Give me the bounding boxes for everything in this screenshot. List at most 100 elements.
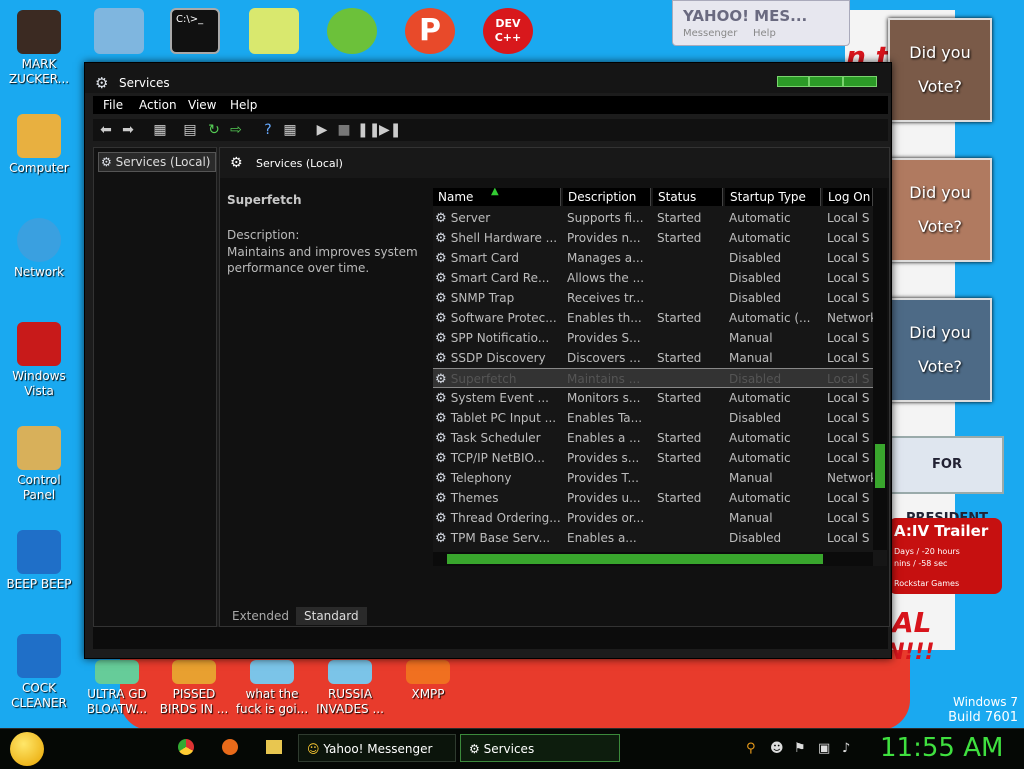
vertical-scroll-thumb[interactable] [875,444,885,488]
export-icon[interactable]: ⇨ [227,122,245,138]
menu-action[interactable]: Action [139,98,177,112]
console-tree-icon[interactable]: ▦ [151,122,169,138]
cell-text: Provides or... [567,511,645,525]
properties-icon[interactable]: ▤ [181,122,199,138]
taskbar-button-yahoo[interactable]: ☺ Yahoo! Messenger [298,734,456,762]
bad-piggies-icon[interactable] [327,8,377,54]
view-tabs: Extended Standard [220,606,889,626]
forward-arrow-icon[interactable]: ➡ [119,122,137,138]
cell-startup-type: Automatic [729,211,821,225]
chrome-icon[interactable] [178,739,194,755]
desktop-icon-ultra-gd[interactable]: ULTRA GD BLOATW... [78,660,156,717]
desktop-icon-network[interactable]: Network [0,218,78,280]
table-row[interactable]: ⚙ Superfetch Maintains ... Disabled Local S [433,368,873,388]
column-header-name[interactable]: Name ▲ [433,188,561,206]
back-arrow-icon[interactable]: ⬅ [97,122,115,138]
maximize-button[interactable] [809,76,843,87]
desktop-icon-pissed-birds[interactable]: PISSED BIRDS IN ... [155,660,233,717]
desktop-icon-computer[interactable]: Computer [0,114,78,176]
p-app-icon[interactable]: P [405,8,455,54]
column-header-startup-type[interactable]: Startup Type [725,188,821,206]
explorer-icon[interactable] [266,740,282,754]
desktop-icon-beep-beep[interactable]: BEEP BEEP [0,530,78,592]
table-row[interactable]: ⚙ SPP Notificatio... Provides S... Manual L… [433,328,873,348]
table-row[interactable]: ⚙ Tablet PC Input ... Enables Ta... Disabl… [433,408,873,428]
pause-icon[interactable]: ❚❚ [357,122,380,138]
devcpp-icon[interactable]: DEV C++ [483,8,533,54]
desktop-icon-russia-invades[interactable]: RUSSIA INVADES ... [311,660,389,717]
start-button[interactable] [10,732,44,766]
table-row[interactable]: ⚙ System Event ... Monitors s... Started Au… [433,388,873,408]
notepad-icon[interactable] [94,8,144,54]
taskbar: ☺ Yahoo! Messenger ⚙ Services ⚲ ☻ ⚑ ▣ ♪ … [0,728,1024,769]
menu-help[interactable]: Help [230,98,257,112]
close-button[interactable] [843,76,877,87]
table-row[interactable]: ⚙ Thread Ordering... Provides or... Manual… [433,508,873,528]
cell-text: Server [450,211,491,225]
yahoo-messenger-window[interactable]: YAHOO! MES... Messenger Help [672,0,850,46]
column-header-status[interactable]: Status [653,188,723,206]
firefox-icon[interactable] [222,739,238,755]
cell-log-on: Local S [827,291,873,305]
table-row[interactable]: ⚙ TPM Base Serv... Enables a... Disabled Lo… [433,528,873,548]
status-bar [93,627,888,649]
table-row[interactable]: ⚙ TCP/IP NetBIO... Provides s... Started Au… [433,448,873,468]
yahoo-menu-messenger[interactable]: Messenger [683,28,737,39]
cmd-icon[interactable]: C:\>_ [170,8,220,54]
desktop-icon-control-panel[interactable]: Control Panel [0,426,78,503]
table-row[interactable]: ⚙ Software Protec... Enables th... Started… [433,308,873,328]
window-titlebar[interactable]: ⚙ Services [85,63,891,93]
services-window[interactable]: ⚙ Services File Action View Help ⬅ ➡ ▦ ▤… [84,62,892,659]
table-row[interactable]: ⚙ Smart Card Manages a... Disabled Local S [433,248,873,268]
search-icon[interactable]: ⚲ [746,741,756,756]
desktop-icon-xmpp[interactable]: XMPP [389,660,467,702]
cell-description: Provides s... [567,451,651,465]
tab-extended[interactable]: Extended [224,607,297,625]
flag-icon[interactable]: ⚑ [794,741,806,756]
table-row[interactable]: ⚙ Smart Card Re... Allows the ... Disabled… [433,268,873,288]
taskbar-clock[interactable]: 11:55 AM [880,733,1003,763]
tab-standard[interactable]: Standard [296,607,367,625]
services-list[interactable]: Name ▲ Description Status Startup Type Lo… [433,188,887,566]
volume-icon[interactable]: ♪ [842,741,850,756]
table-row[interactable]: ⚙ SSDP Discovery Discovers ... Started Manu… [433,348,873,368]
tree-node-services-local[interactable]: ⚙ Services (Local) [98,152,216,172]
taskbar-button-services[interactable]: ⚙ Services [460,734,620,762]
desktop-icon-cock-cleaner[interactable]: COCK CLEANER [0,634,78,711]
xmpp-icon [406,660,450,684]
table-row[interactable]: ⚙ Themes Provides u... Started Automatic Loc… [433,488,873,508]
cell-log-on: Network [827,471,873,485]
folder-icon[interactable] [249,8,299,54]
desktop-icon-mark-zucker[interactable]: MARK ZUCKER... [0,10,78,87]
restart-icon[interactable]: ▶❚ [379,122,402,138]
table-row[interactable]: ⚙ Server Supports fi... Started Automatic Lo… [433,208,873,228]
yahoo-menu-help[interactable]: Help [753,28,776,39]
table-row[interactable]: ⚙ Telephony Provides T... Manual Network [433,468,873,488]
table-row[interactable]: ⚙ Task Scheduler Enables a ... Started Auto… [433,428,873,448]
cell-name: ⚙ SPP Notificatio... [435,331,561,346]
desktop-icon-what-the[interactable]: what the fuck is goi... [233,660,311,717]
horizontal-scrollbar[interactable] [433,552,873,566]
menu-view[interactable]: View [188,98,216,112]
column-header-description[interactable]: Description [563,188,651,206]
play-icon[interactable]: ▶ [313,122,331,138]
cell-text: Local S [827,211,870,225]
table-row[interactable]: ⚙ SNMP Trap Receives tr... Disabled Local S [433,288,873,308]
refresh-icon[interactable]: ↻ [205,122,223,138]
help-icon[interactable]: ? [259,122,277,138]
table-row[interactable]: ⚙ Shell Hardware ... Provides n... Started… [433,228,873,248]
messenger-tray-icon[interactable]: ☻ [770,741,784,756]
show-hide-icon[interactable]: ▦ [281,122,299,138]
menu-file[interactable]: File [103,98,123,112]
network-tray-icon[interactable]: ▣ [818,741,830,756]
vertical-scrollbar[interactable] [873,188,887,550]
horizontal-scroll-thumb[interactable] [447,554,823,564]
service-gear-icon: ⚙ [435,431,451,446]
cell-text: Disabled [729,251,782,265]
minimize-button[interactable] [777,76,809,87]
window-title: Services [119,76,170,90]
cell-description: Enables th... [567,311,651,325]
desktop-icon-windows-vista[interactable]: Windows Vista [0,322,78,399]
column-header-log-on[interactable]: Log On [823,188,873,206]
stop-icon[interactable]: ■ [335,122,353,138]
